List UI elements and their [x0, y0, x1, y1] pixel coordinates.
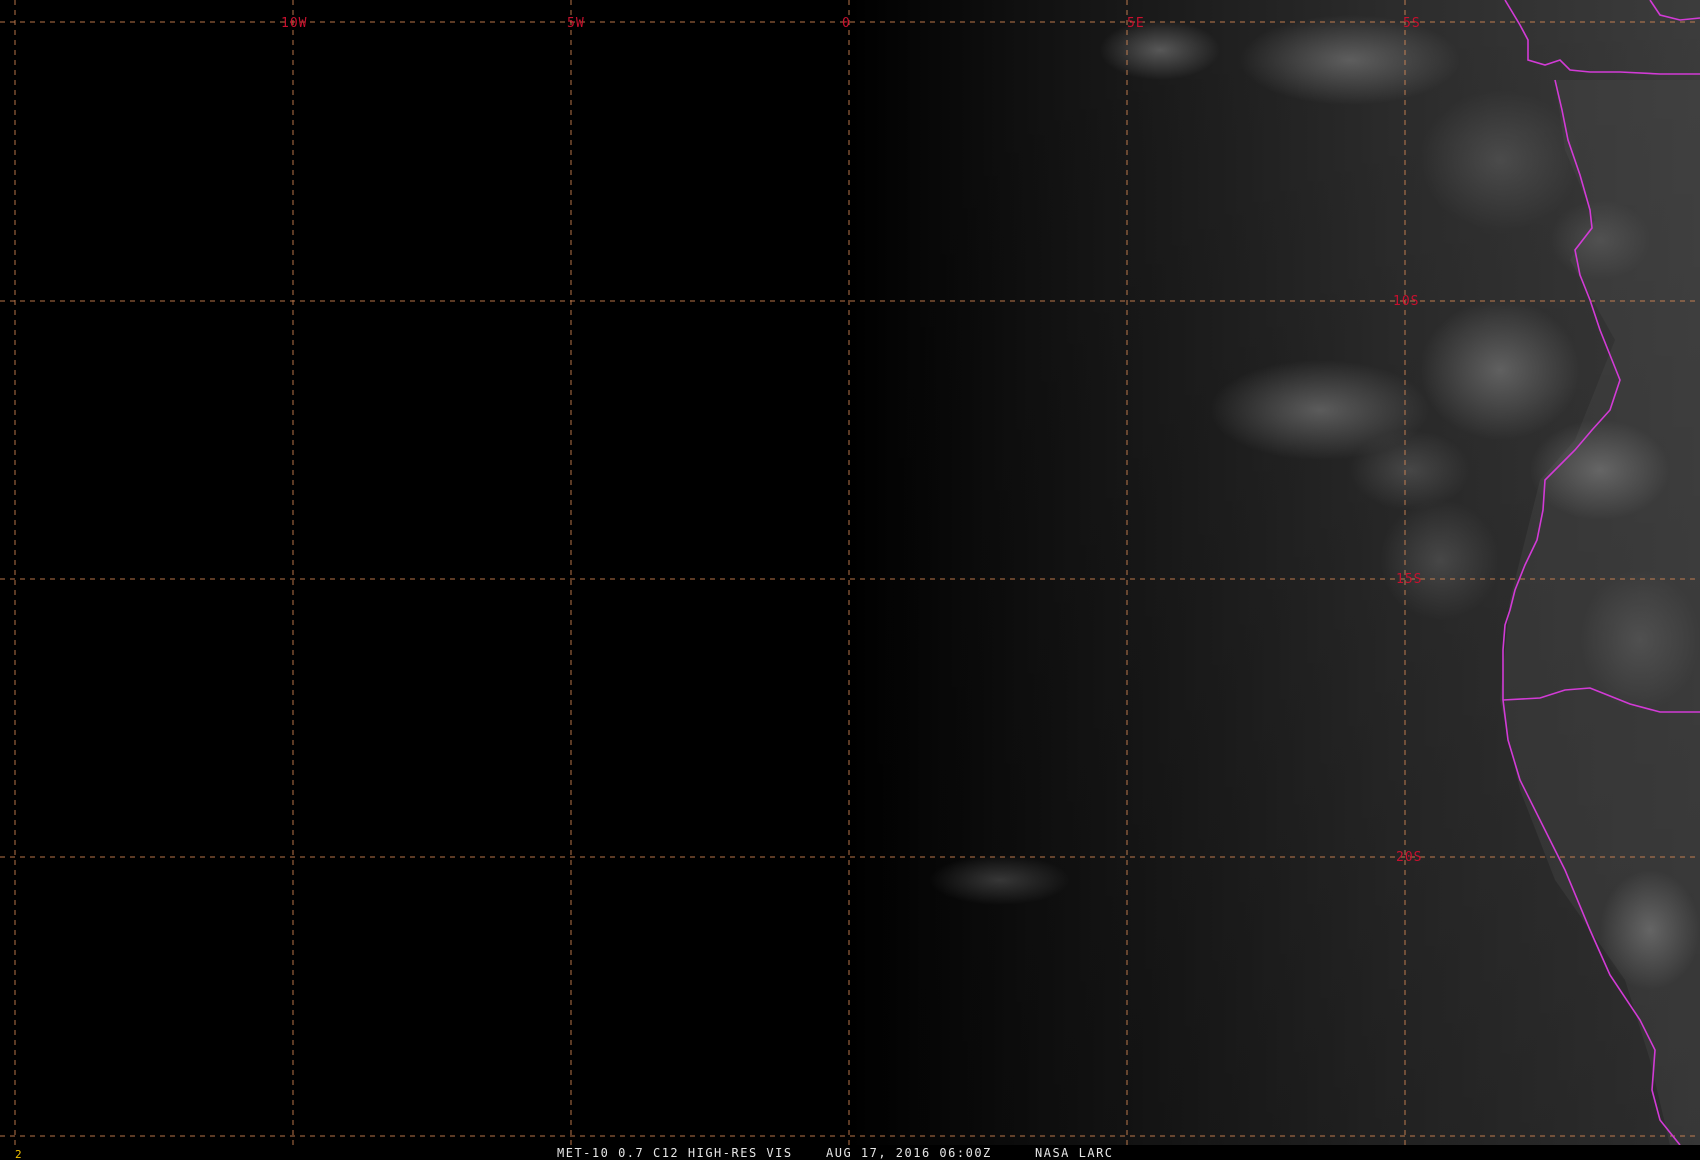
lat-label-5s: 5S: [1403, 16, 1421, 31]
lat-label-15s: 15S: [1396, 572, 1422, 587]
status-bar: 2 MET-10 0.7 C12 HIGH-RES VIS AUG 17, 20…: [0, 1145, 1700, 1160]
lon-label-5w: 5W: [567, 16, 585, 31]
visible-imagery: [0, 0, 1700, 1145]
datetime-label: AUG 17, 2016 06:00Z: [826, 1146, 992, 1160]
product-label: MET-10 0.7 C12 HIGH-RES VIS: [557, 1146, 793, 1160]
satellite-map[interactable]: 10W 5W 0 5E 5S 10S 15S 20S 2 MET-10 0.7 …: [0, 0, 1700, 1160]
satellite-image-viewer[interactable]: 10W 5W 0 5E 5S 10S 15S 20S 2 MET-10 0.7 …: [0, 0, 1700, 1160]
frame-number: 2: [15, 1148, 22, 1160]
lon-label-10w: 10W: [281, 16, 307, 31]
source-label: NASA LARC: [1035, 1146, 1114, 1160]
lat-label-20s: 20S: [1396, 850, 1422, 865]
lon-label-0: 0: [842, 16, 851, 31]
lat-label-10s: 10S: [1393, 294, 1419, 309]
lon-label-5e: 5E: [1127, 16, 1145, 31]
